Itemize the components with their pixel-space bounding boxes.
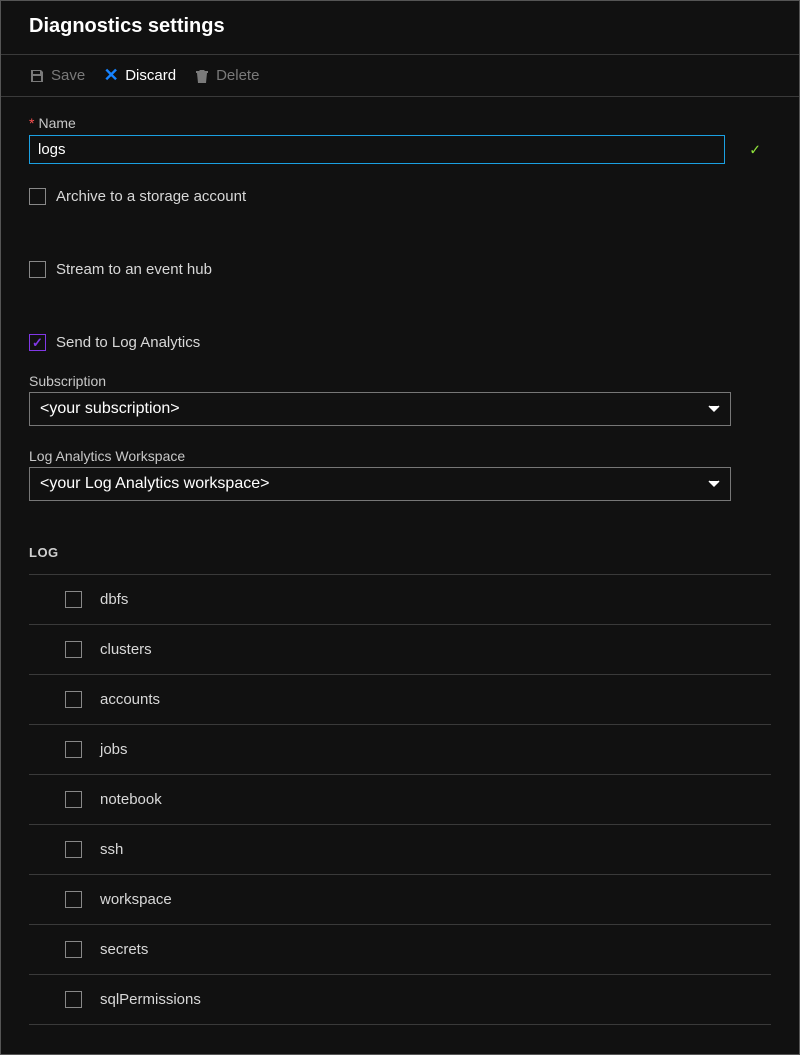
stream-checkbox[interactable] [29, 261, 46, 278]
log-item[interactable]: clusters [29, 624, 771, 674]
log-item[interactable]: dbfs [29, 574, 771, 624]
chevron-down-icon [708, 402, 720, 416]
check-icon: ✓ [749, 141, 761, 158]
name-input-wrap: ✓ [29, 135, 771, 164]
trash-icon [194, 68, 210, 84]
log-item-label: accounts [100, 691, 160, 708]
save-label: Save [51, 67, 85, 84]
stream-label: Stream to an event hub [56, 261, 212, 278]
content: * Name ✓ Archive to a storage account St… [1, 97, 799, 1035]
workspace-select[interactable]: <your Log Analytics workspace> [29, 467, 731, 501]
log-item-label: jobs [100, 741, 128, 758]
log-item-checkbox[interactable] [65, 891, 82, 908]
log-item[interactable]: sqlPermissions [29, 974, 771, 1025]
log-item-checkbox[interactable] [65, 941, 82, 958]
log-item-checkbox[interactable] [65, 991, 82, 1008]
stream-option[interactable]: Stream to an event hub [29, 261, 771, 278]
log-list: dbfs clusters accounts jobs notebook ssh works… [29, 574, 771, 1025]
log-item-label: clusters [100, 641, 152, 658]
log-item-label: ssh [100, 841, 123, 858]
log-item[interactable]: notebook [29, 774, 771, 824]
log-item-checkbox[interactable] [65, 791, 82, 808]
delete-label: Delete [216, 67, 259, 84]
log-item[interactable]: secrets [29, 924, 771, 974]
save-button[interactable]: Save [29, 67, 85, 84]
log-item[interactable]: workspace [29, 874, 771, 924]
required-marker: * [29, 115, 34, 131]
delete-button[interactable]: Delete [194, 67, 259, 84]
discard-button[interactable]: ✕ Discard [103, 67, 176, 84]
log-item-label: secrets [100, 941, 148, 958]
log-item-label: notebook [100, 791, 162, 808]
subscription-field: Subscription <your subscription> [29, 373, 771, 426]
log-item-label: workspace [100, 891, 172, 908]
name-field-label: * Name [29, 115, 771, 131]
log-item-checkbox[interactable] [65, 691, 82, 708]
log-item-label: dbfs [100, 591, 128, 608]
log-item[interactable]: accounts [29, 674, 771, 724]
log-item-checkbox[interactable] [65, 591, 82, 608]
name-label-text: Name [38, 115, 75, 131]
archive-checkbox[interactable] [29, 188, 46, 205]
archive-label: Archive to a storage account [56, 188, 246, 205]
page-title: Diagnostics settings [29, 15, 771, 38]
x-icon: ✕ [103, 68, 119, 84]
subscription-select[interactable]: <your subscription> [29, 392, 731, 426]
name-input[interactable] [29, 135, 725, 164]
log-analytics-checkbox[interactable] [29, 334, 46, 351]
page-header: Diagnostics settings [1, 1, 799, 55]
log-item[interactable]: ssh [29, 824, 771, 874]
discard-label: Discard [125, 67, 176, 84]
log-analytics-option[interactable]: Send to Log Analytics [29, 334, 771, 351]
workspace-label: Log Analytics Workspace [29, 448, 771, 464]
log-item-label: sqlPermissions [100, 991, 201, 1008]
chevron-down-icon [708, 477, 720, 491]
log-item-checkbox[interactable] [65, 741, 82, 758]
toolbar: Save ✕ Discard Delete [1, 55, 799, 97]
workspace-value: <your Log Analytics workspace> [40, 475, 269, 493]
log-item-checkbox[interactable] [65, 841, 82, 858]
subscription-value: <your subscription> [40, 400, 180, 418]
workspace-field: Log Analytics Workspace <your Log Analyt… [29, 448, 771, 501]
save-icon [29, 68, 45, 84]
log-section-title: LOG [29, 545, 771, 560]
archive-option[interactable]: Archive to a storage account [29, 188, 771, 205]
log-item-checkbox[interactable] [65, 641, 82, 658]
subscription-label: Subscription [29, 373, 771, 389]
log-analytics-label: Send to Log Analytics [56, 334, 200, 351]
log-item[interactable]: jobs [29, 724, 771, 774]
